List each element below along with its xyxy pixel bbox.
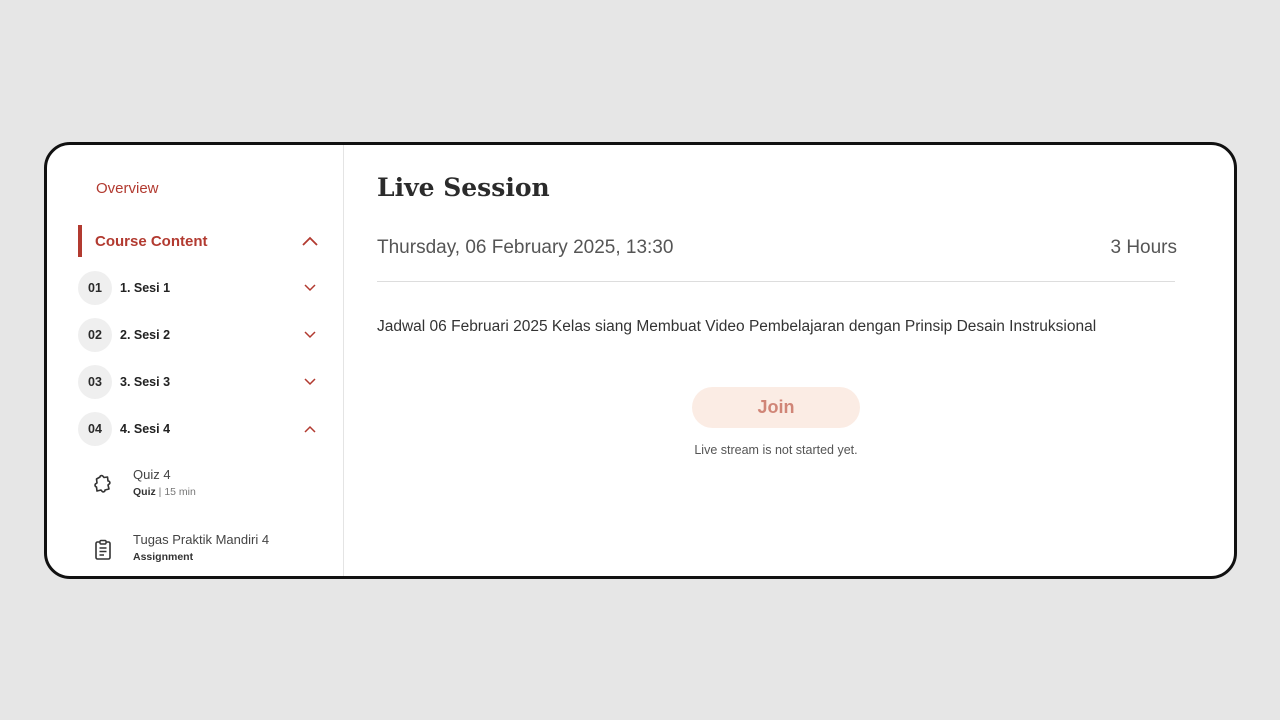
session-label: 2. Sesi 2 [120, 328, 171, 342]
chevron-up-icon[interactable] [302, 421, 318, 437]
assignment-title: Tugas Praktik Mandiri 4 [133, 532, 270, 547]
sidebar: Overview Course Content 01 1. Sesi 1 02 … [47, 145, 344, 576]
chevron-down-icon[interactable] [302, 280, 318, 296]
course-content-label: Course Content [95, 232, 208, 250]
quiz-type: Quiz [133, 486, 156, 498]
assignment-type: Assignment [133, 551, 194, 563]
page-title: Live Session [377, 173, 550, 202]
join-button[interactable]: Join [692, 387, 860, 428]
session-item-4[interactable]: 04 4. Sesi 4 [78, 412, 318, 446]
session-item-3[interactable]: 03 3. Sesi 3 [78, 365, 318, 399]
clipboard-icon [90, 537, 116, 563]
session-item-2[interactable]: 02 2. Sesi 2 [78, 318, 318, 352]
session-duration: 3 Hours [1110, 237, 1177, 258]
live-session-card: Overview Course Content 01 1. Sesi 1 02 … [44, 142, 1237, 579]
status-note: Live stream is not started yet. [694, 443, 858, 457]
chevron-down-icon[interactable] [302, 374, 318, 390]
session-item-1[interactable]: 01 1. Sesi 1 [78, 271, 318, 305]
chevron-up-icon[interactable] [302, 233, 318, 249]
course-content-header[interactable]: Course Content [78, 225, 318, 257]
assignment-meta: Assignment [133, 549, 269, 565]
quiz-duration: | 15 min [158, 486, 196, 498]
session-datetime: Thursday, 06 February 2025, 13:30 [377, 237, 674, 258]
chevron-down-icon[interactable] [302, 327, 318, 343]
quiz-title: Quiz 4 [133, 467, 171, 482]
divider [377, 281, 1175, 282]
session-number: 02 [78, 318, 112, 352]
puzzle-icon [90, 472, 116, 498]
session-label: 1. Sesi 1 [120, 281, 171, 295]
session-number: 03 [78, 365, 112, 399]
session-number: 01 [78, 271, 112, 305]
main-content: Live Session Thursday, 06 February 2025,… [344, 145, 1234, 576]
session-label: 4. Sesi 4 [120, 422, 171, 436]
quiz-meta: Quiz | 15 min [133, 484, 196, 500]
quiz-item[interactable]: Quiz 4 Quiz | 15 min [90, 466, 320, 500]
assignment-item[interactable]: Tugas Praktik Mandiri 4 Assignment [90, 531, 320, 565]
session-number: 04 [78, 412, 112, 446]
session-label: 3. Sesi 3 [120, 375, 171, 389]
overview-link[interactable]: Overview [96, 180, 159, 197]
session-description: Jadwal 06 Februari 2025 Kelas siang Memb… [377, 318, 1097, 335]
